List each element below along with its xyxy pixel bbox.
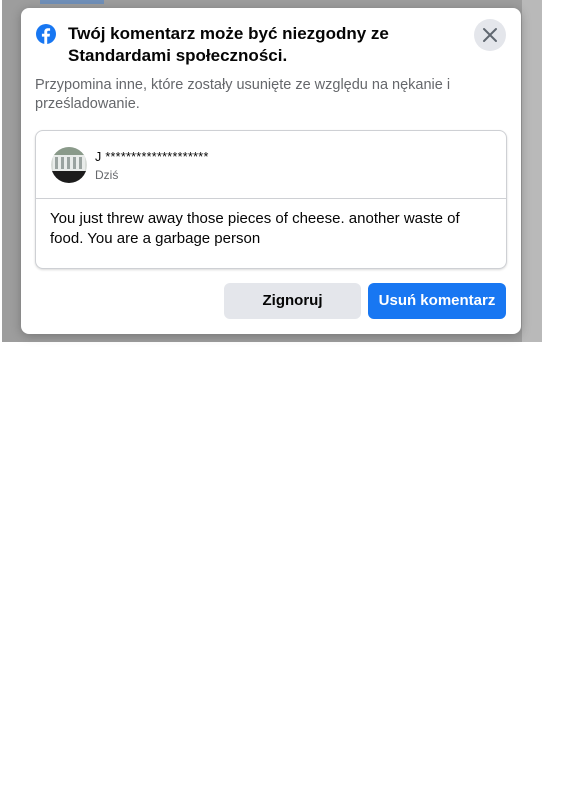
comment-timestamp: Dziś	[95, 168, 119, 182]
backdrop-accent-strip	[40, 0, 104, 4]
close-icon	[483, 28, 497, 42]
ignore-button[interactable]: Zignoruj	[224, 283, 361, 319]
screen: Twój komentarz może być niezgodny ze Sta…	[0, 0, 582, 800]
community-standards-dialog: Twój komentarz może być niezgodny ze Sta…	[21, 8, 521, 334]
comment-author: J ********************	[95, 150, 209, 164]
comment-header: J ******************** Dziś	[36, 131, 506, 199]
comment-text: You just threw away those pieces of chee…	[50, 210, 460, 247]
dialog-subtitle: Przypomina inne, które zostały usunięte …	[35, 77, 451, 112]
backdrop-scroll-area	[522, 0, 542, 342]
avatar	[51, 147, 87, 183]
facebook-logo-icon	[36, 24, 56, 44]
close-button[interactable]	[474, 19, 506, 51]
delete-comment-button[interactable]: Usuń komentarz	[368, 283, 506, 319]
dialog-title: Twój komentarz może być niezgodny ze Sta…	[68, 24, 389, 65]
comment-preview-card: J ******************** Dziś You just thr…	[35, 130, 507, 269]
